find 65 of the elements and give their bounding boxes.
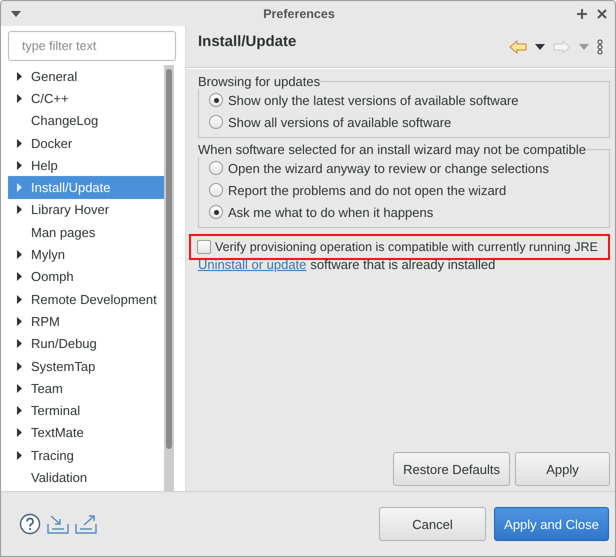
page-button[interactable]: Restore Defaults xyxy=(393,452,510,486)
tree-item[interactable]: Terminal xyxy=(8,399,164,422)
tree-item[interactable]: General xyxy=(8,65,164,88)
radio-button[interactable] xyxy=(209,115,223,129)
tree-item[interactable]: RPM xyxy=(8,310,164,333)
tree-item[interactable]: Man pages xyxy=(8,221,164,244)
tree-item[interactable]: Tracing xyxy=(8,444,164,466)
expand-arrow-icon[interactable] xyxy=(17,94,22,103)
radio-button[interactable] xyxy=(209,183,223,197)
filter-field[interactable]: type filter text xyxy=(8,31,176,61)
radio-option[interactable]: Show only the latest versions of available software xyxy=(209,89,599,111)
page-button[interactable]: Apply xyxy=(515,452,610,486)
expand-arrow-icon[interactable] xyxy=(17,160,22,170)
expand-arrow-icon[interactable] xyxy=(17,406,22,416)
tree-item[interactable]: Oomph xyxy=(8,266,164,288)
dialog-button[interactable]: Cancel xyxy=(379,507,486,541)
page-title: Install/Update xyxy=(198,33,298,50)
checkbox[interactable] xyxy=(197,240,211,254)
radio-option[interactable]: Report the problems and do not open the wizard xyxy=(209,179,599,201)
menu-caret-icon[interactable] xyxy=(11,10,21,16)
export-icon[interactable] xyxy=(75,514,97,534)
radio-option[interactable]: Ask me what to do when it happens xyxy=(209,201,599,223)
scrollbar[interactable] xyxy=(164,65,174,491)
close-icon[interactable] xyxy=(597,8,607,18)
tree-item[interactable]: SystemTap xyxy=(8,354,164,378)
expand-arrow-icon[interactable] xyxy=(17,428,22,438)
import-icon[interactable] xyxy=(47,514,69,534)
maximize-icon[interactable] xyxy=(577,8,587,18)
uninstall-link[interactable]: Uninstall or update xyxy=(198,257,306,272)
tree-item[interactable]: Validation xyxy=(8,466,164,489)
window-title: Preferences xyxy=(262,6,336,20)
group-title: When software selected for an install wizard may not be compatible xyxy=(198,142,586,157)
dialog-button[interactable]: Apply and Close xyxy=(494,507,609,541)
tree-item[interactable]: C/C++ xyxy=(8,87,164,110)
more-options-icon[interactable] xyxy=(597,38,603,54)
tree-item[interactable]: TextMate xyxy=(8,422,164,444)
tree-item[interactable]: Run/Debug xyxy=(8,332,164,355)
radio-button[interactable] xyxy=(209,93,223,107)
caret-icon[interactable] xyxy=(535,44,545,50)
tree-item[interactable]: Docker xyxy=(8,132,164,154)
expand-arrow-icon[interactable] xyxy=(17,384,22,393)
tree-item[interactable]: Remote Development xyxy=(8,288,164,310)
expand-arrow-icon[interactable] xyxy=(17,205,22,214)
tree-item[interactable]: Library Hover xyxy=(8,198,164,222)
radio-button[interactable] xyxy=(209,161,223,175)
radio-option[interactable]: Open the wizard anyway to review or change selections xyxy=(209,157,599,179)
tree-item[interactable]: Help xyxy=(8,154,164,176)
expand-arrow-icon[interactable] xyxy=(17,450,22,460)
expand-arrow-icon[interactable] xyxy=(17,138,22,148)
help-icon[interactable] xyxy=(19,513,41,535)
expand-arrow-icon[interactable] xyxy=(17,294,22,304)
radio-option[interactable]: Show all versions of available software xyxy=(209,111,599,133)
expand-arrow-icon[interactable] xyxy=(17,339,22,348)
expand-arrow-icon[interactable] xyxy=(17,250,22,260)
group-title: Browsing for updates xyxy=(198,74,320,89)
expand-arrow-icon[interactable] xyxy=(17,272,22,282)
radio-button[interactable] xyxy=(209,205,223,219)
expand-arrow-icon[interactable] xyxy=(17,362,22,370)
tree-item[interactable]: ChangeLog xyxy=(8,110,164,132)
link-description: software that is already installed xyxy=(310,257,496,272)
tree-item[interactable]: Mylyn xyxy=(8,243,164,266)
checkbox-option[interactable]: Verify provisioning operation is compatible with currently running JRE xyxy=(197,240,606,254)
expand-arrow-icon[interactable] xyxy=(17,72,22,81)
expand-arrow-icon[interactable] xyxy=(17,316,22,326)
tree-item[interactable]: Team xyxy=(8,377,164,400)
